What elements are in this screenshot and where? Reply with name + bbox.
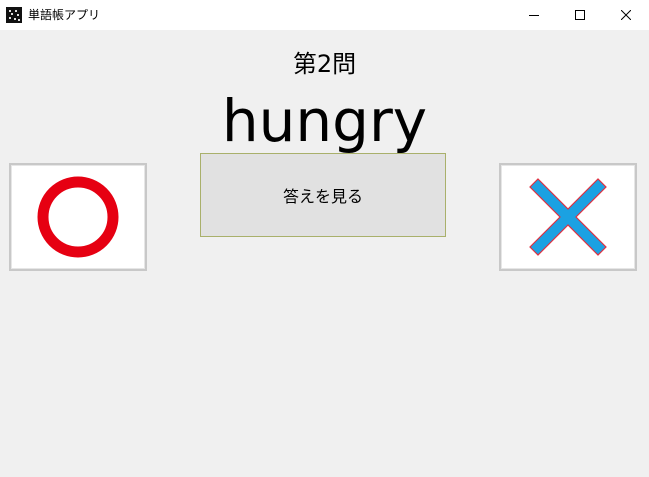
app-icon xyxy=(6,7,22,23)
minimize-icon xyxy=(529,15,539,16)
wrong-button[interactable] xyxy=(499,163,637,271)
window-title: 単語帳アプリ xyxy=(28,8,101,22)
circle-icon xyxy=(37,176,119,258)
show-answer-button[interactable]: 答えを見る xyxy=(200,153,446,237)
vocabulary-word: hungry xyxy=(221,87,428,155)
cross-icon xyxy=(529,178,607,256)
maximize-button[interactable] xyxy=(557,0,603,30)
app-window: 単語帳アプリ 第2問 hungry 答えを見る xyxy=(0,0,649,477)
minimize-button[interactable] xyxy=(511,0,557,30)
question-number: 第2問 xyxy=(292,50,357,78)
correct-button[interactable] xyxy=(9,163,147,271)
title-bar[interactable]: 単語帳アプリ xyxy=(0,0,649,30)
close-button[interactable] xyxy=(603,0,649,30)
maximize-icon xyxy=(575,10,585,20)
close-icon xyxy=(621,10,631,20)
